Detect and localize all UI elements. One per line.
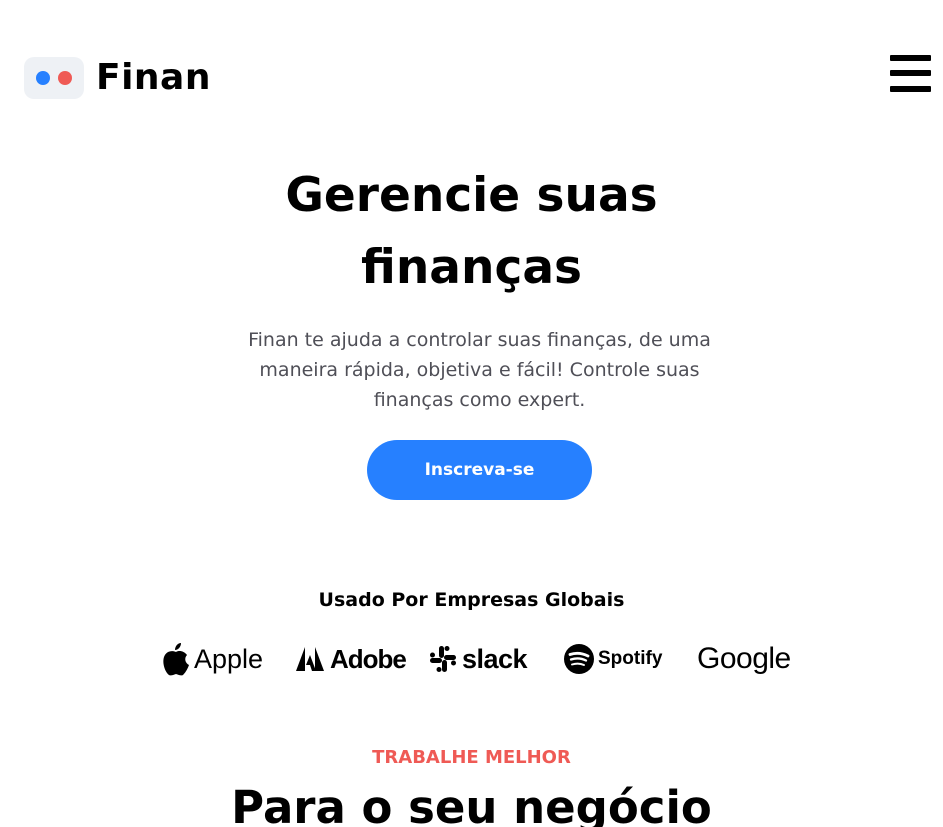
slack-wordmark: slack: [462, 643, 528, 674]
menu-bar: [890, 86, 931, 92]
hero-title: Gerencie suas finanças: [0, 160, 943, 304]
section-title: Para o seu negócio: [231, 781, 712, 827]
hero-description: Finan te ajuda a controlar suas finanças…: [248, 329, 711, 411]
slack-icon: [430, 646, 456, 672]
hamburger-menu-icon[interactable]: [890, 55, 932, 93]
brand-name[interactable]: Finan: [96, 56, 211, 100]
spotify-wordmark: Spotify: [598, 648, 663, 669]
logo-dot-red: [58, 71, 72, 85]
brands-title: Usado Por Empresas Globais: [318, 589, 625, 611]
spotify-logo: Spotify: [564, 640, 662, 678]
logo-badge[interactable]: [24, 57, 84, 99]
adobe-wordmark: Adobe: [330, 643, 407, 674]
hero-title-line-2: finanças: [360, 240, 583, 295]
apple-icon: [163, 643, 189, 676]
apple-wordmark: Apple: [194, 643, 264, 674]
slack-logo: slack: [430, 640, 528, 678]
signup-button[interactable]: Inscreva-se: [367, 440, 592, 500]
apple-logo: Apple: [162, 640, 263, 678]
google-logo: Google: [697, 640, 791, 678]
logo-dot-blue: [36, 71, 50, 85]
section-eyebrow: TRABALHE MELHOR: [372, 747, 571, 768]
spotify-icon: [564, 644, 594, 674]
menu-bar: [890, 55, 931, 61]
hero-title-line-1: Gerencie suas: [285, 168, 658, 223]
adobe-icon: [296, 647, 324, 671]
landing-page: Finan Gerencie suas finanças Finan te aj…: [0, 0, 943, 827]
google-wordmark: Google: [697, 642, 791, 675]
adobe-logo: Adobe: [296, 640, 407, 678]
menu-bar: [890, 70, 931, 76]
